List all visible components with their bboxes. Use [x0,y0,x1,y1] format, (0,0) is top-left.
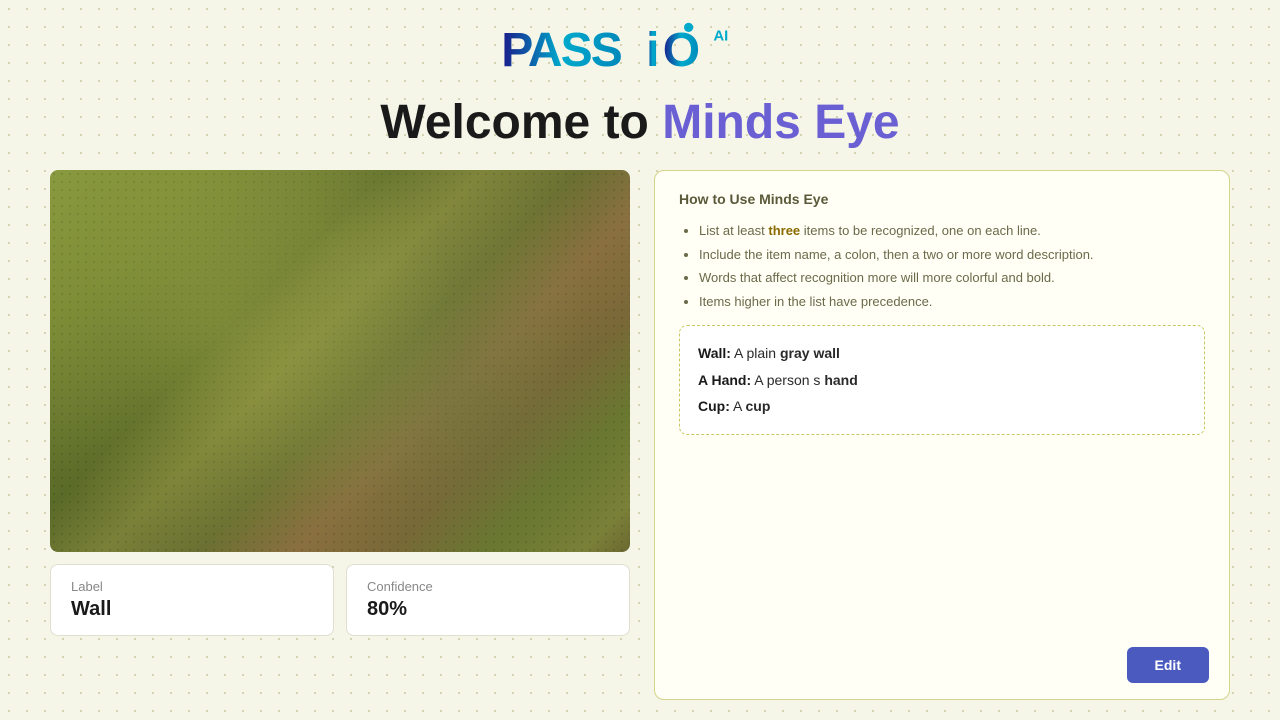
headline-prefix: Welcome to [380,96,662,149]
passio-ai-logo: PASS i O AI [492,20,787,80]
page-wrapper: PASS i O AI Welcome to Minds Eye Label [0,0,1280,720]
confidence-card-header: Confidence [367,579,609,594]
instruction-item-2: Include the item name, a colon, then a t… [699,245,1205,265]
instructions-panel: How to Use Minds Eye List at least three… [654,170,1230,700]
video-texture [50,170,630,552]
items-box: Wall: A plain gray wall A Hand: A person… [679,325,1205,435]
item-line-3: Cup: A cup [698,393,1186,420]
item-text-1: A plain [734,345,780,361]
info-row: Label Wall Confidence 80% [50,564,630,636]
left-panel: Label Wall Confidence 80% [50,170,630,700]
instruction-highlight-three: three [768,223,800,238]
label-card-value: Wall [71,598,313,621]
svg-text:AI: AI [714,28,729,44]
item-text-2: A person s [754,372,824,388]
page-headline: Welcome to Minds Eye [380,95,899,150]
item-bold-1: gray wall [780,345,840,361]
svg-text:i: i [646,24,659,77]
instructions-title: How to Use Minds Eye [679,191,1205,207]
headline-accent: Minds Eye [662,96,899,149]
confidence-card: Confidence 80% [346,564,630,636]
instruction-item-3: Words that affect recognition more will … [699,268,1205,288]
item-bold-2: hand [824,372,857,388]
item-name-2: A Hand: [698,372,751,388]
main-content: Label Wall Confidence 80% How to Use Min… [50,170,1230,700]
logo-area: PASS i O AI [492,20,787,85]
label-card: Label Wall [50,564,334,636]
instruction-item-1: List at least three items to be recogniz… [699,221,1205,241]
item-name-1: Wall: [698,345,731,361]
right-panel: How to Use Minds Eye List at least three… [654,170,1230,700]
item-line-2: A Hand: A person s hand [698,367,1186,394]
instruction-item-4: Items higher in the list have precedence… [699,292,1205,312]
instructions-list: List at least three items to be recogniz… [679,221,1205,311]
item-text-3: A [733,398,745,414]
video-frame [50,170,630,552]
item-name-3: Cup: [698,398,730,414]
item-line-1: Wall: A plain gray wall [698,340,1186,367]
label-card-header: Label [71,579,313,594]
edit-button[interactable]: Edit [1127,647,1209,683]
item-bold-3: cup [745,398,770,414]
svg-text:PASS: PASS [502,24,623,77]
confidence-card-value: 80% [367,598,609,621]
svg-text:O: O [663,24,700,77]
